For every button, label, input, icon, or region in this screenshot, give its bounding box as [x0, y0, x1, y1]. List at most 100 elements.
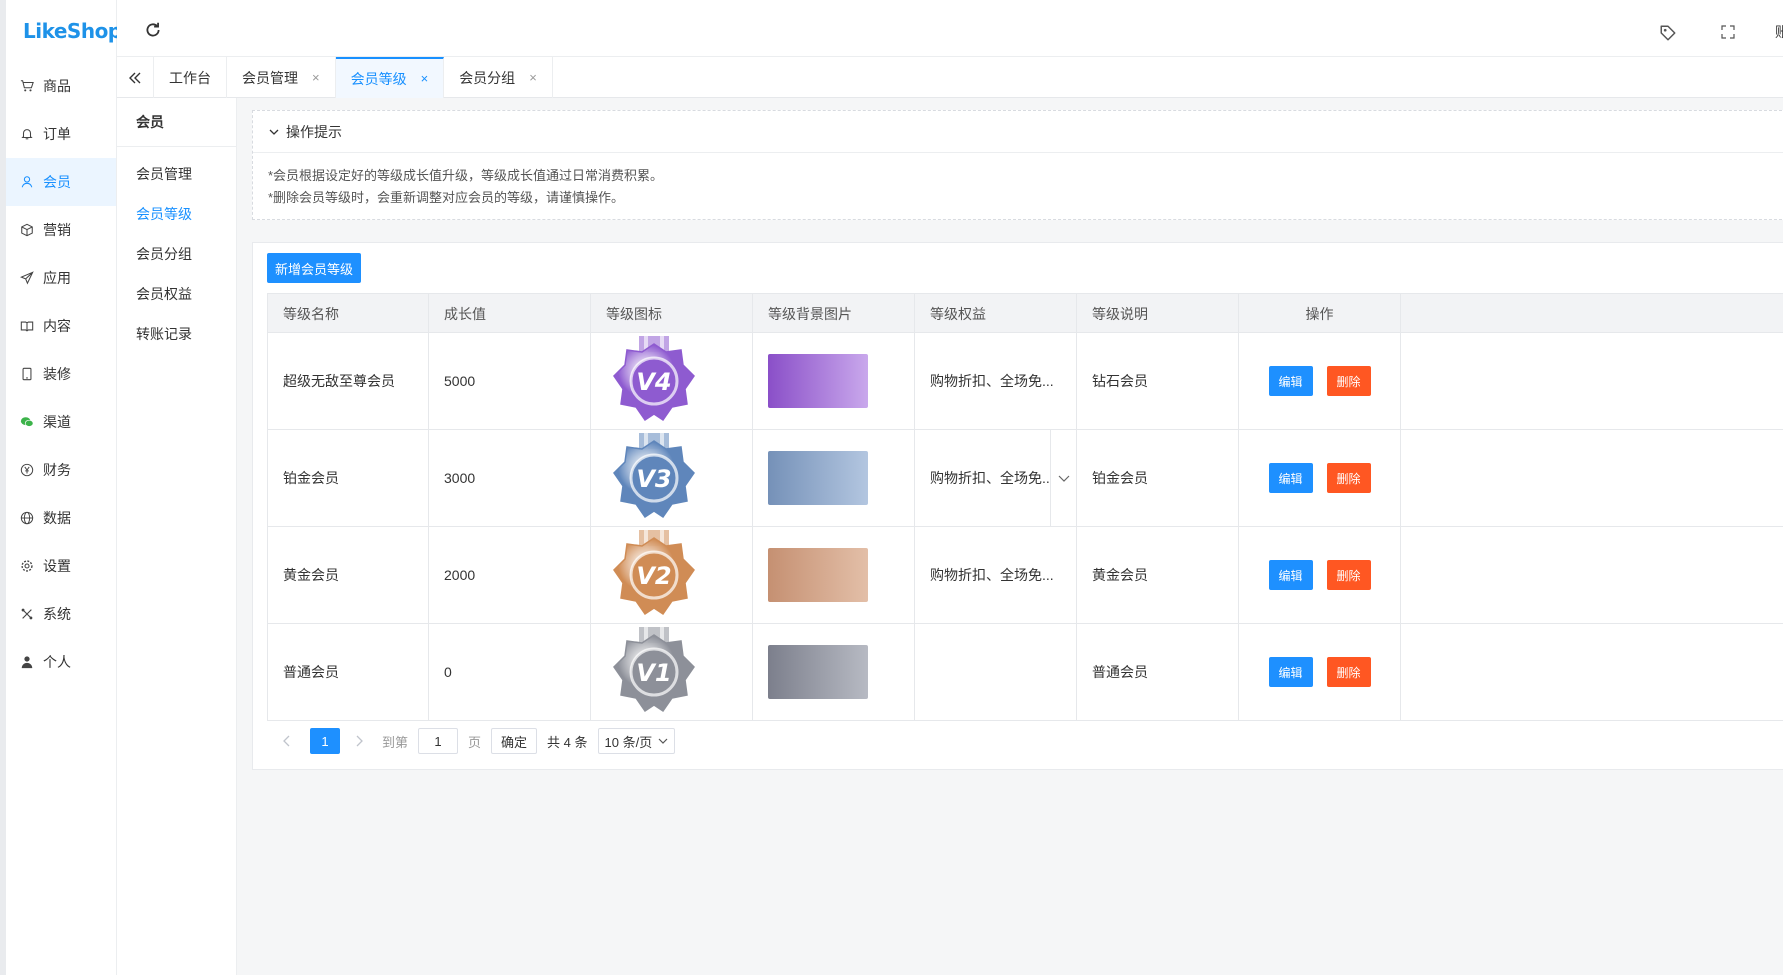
total-count: 共 4 条 [547, 734, 588, 750]
tab-0[interactable]: 工作台 [154, 57, 227, 98]
tab-2[interactable]: 会员等级 × [335, 57, 445, 98]
svg-text:V2: V2 [636, 562, 671, 590]
page-number-current[interactable]: 1 [310, 728, 340, 754]
sidebar-item-5[interactable]: 内容 [6, 302, 116, 350]
prev-page-icon[interactable] [282, 735, 296, 747]
subnav-item-0[interactable]: 会员管理 [117, 154, 236, 194]
sidebar-item-8[interactable]: 财务 [6, 446, 116, 494]
sidebar-item-9[interactable]: 数据 [6, 494, 116, 542]
medal-icon: V3 [611, 431, 697, 526]
tab-3[interactable]: 会员分组 × [444, 57, 553, 98]
sidebar-item-1[interactable]: 订单 [6, 110, 116, 158]
level-table: 等级名称 成长值 等级图标 等级背景图片 等级权益 等级说明 操作 超级无敌至尊会员 5000… [267, 293, 1783, 721]
page-size-select[interactable]: 10 条/页 [597, 728, 676, 754]
close-icon[interactable]: × [529, 70, 537, 85]
sidebar-item-12[interactable]: 个人 [6, 638, 116, 686]
sidebar-item-7[interactable]: 渠道 [6, 398, 116, 446]
sidebar-item-label: 订单 [43, 126, 71, 142]
sidebar-item-label: 渠道 [43, 414, 71, 430]
delete-button[interactable]: 删除 [1326, 657, 1371, 687]
column-header: 等级名称 [267, 294, 429, 334]
level-desc-cell: 普通会员 [1077, 624, 1239, 720]
next-page-icon[interactable] [354, 735, 368, 747]
close-icon[interactable]: × [421, 71, 429, 86]
subnav-item-1[interactable]: 会员等级 [117, 194, 236, 234]
expand-chevron-icon[interactable] [1050, 430, 1076, 526]
row-filler [1401, 527, 1779, 623]
tips-toggle[interactable]: 操作提示 [253, 111, 1783, 153]
sidebar-item-4[interactable]: 应用 [6, 254, 116, 302]
growth-value-cell: 2000 [429, 527, 591, 623]
edit-button[interactable]: 编辑 [1268, 366, 1313, 396]
user-menu[interactable]: 账 [1775, 22, 1783, 42]
level-bg-cell [753, 527, 915, 623]
sidebar-item-label: 装修 [43, 366, 71, 382]
growth-value-cell: 0 [429, 624, 591, 720]
sidebar-item-2[interactable]: 会员 [6, 158, 116, 206]
chevron-down-icon [269, 129, 279, 135]
level-benefits-cell: 购物折扣、全场免... [915, 527, 1077, 623]
sidebar-item-3[interactable]: 营销 [6, 206, 116, 254]
edit-button[interactable]: 编辑 [1268, 463, 1313, 493]
tab-label: 会员分组 [459, 69, 516, 86]
table-row: 超级无敌至尊会员 5000 V4 购物折扣、全场免... 钻石会员 编辑 删除 [267, 333, 1783, 430]
sidebar-item-11[interactable]: 系统 [6, 590, 116, 638]
tag-icon[interactable] [1659, 24, 1677, 42]
level-name-cell: 黄金会员 [267, 527, 429, 623]
medal-icon: V2 [611, 528, 697, 623]
goto-confirm-button[interactable]: 确定 [491, 728, 538, 754]
sidebar-item-label: 设置 [43, 558, 71, 574]
box-icon [20, 223, 34, 237]
medal-icon: V1 [611, 625, 697, 720]
column-header: 操作 [1239, 294, 1401, 334]
level-bg-cell [753, 624, 915, 720]
close-icon[interactable]: × [312, 70, 320, 85]
add-level-button[interactable]: 新增会员等级 [267, 253, 361, 283]
sidebar-item-10[interactable]: 设置 [6, 542, 116, 590]
gear-icon [20, 559, 34, 573]
fullscreen-icon[interactable] [1721, 25, 1735, 39]
level-benefits-cell [915, 624, 1077, 720]
tip-line: *会员根据设定好的等级成长值升级，等级成长值通过日常消费积累。 [268, 168, 664, 183]
tips-body: *会员根据设定好的等级成长值升级，等级成长值通过日常消费积累。 *删除会员等级时… [253, 153, 1783, 221]
edit-button[interactable]: 编辑 [1268, 560, 1313, 590]
level-name-cell: 铂金会员 [267, 430, 429, 526]
level-name-cell: 普通会员 [267, 624, 429, 720]
delete-button[interactable]: 删除 [1326, 560, 1371, 590]
edit-button[interactable]: 编辑 [1268, 657, 1313, 687]
actions-cell: 编辑 删除 [1239, 430, 1401, 526]
goto-page-input[interactable] [418, 728, 459, 754]
sidebar-item-0[interactable]: 商品 [6, 62, 116, 110]
secondary-sidebar: 会员 会员管理 会员等级 会员分组 会员权益 转账记录 [117, 98, 237, 975]
subnav-item-3[interactable]: 会员权益 [117, 274, 236, 314]
sidebar-item-6[interactable]: 装修 [6, 350, 116, 398]
sidebar-item-label: 数据 [43, 510, 71, 526]
subnav-item-2[interactable]: 会员分组 [117, 234, 236, 274]
tab-1[interactable]: 会员管理 × [227, 57, 336, 98]
send-icon [20, 271, 34, 285]
refresh-icon[interactable] [144, 21, 162, 39]
tablet-icon [20, 367, 34, 381]
subnav-item-4[interactable]: 转账记录 [117, 314, 236, 354]
collapse-tabs-icon[interactable] [117, 57, 154, 98]
level-bg-cell [753, 333, 915, 429]
tab-label: 工作台 [169, 69, 211, 86]
column-header: 等级背景图片 [753, 294, 915, 334]
tab-label: 会员等级 [350, 70, 407, 87]
header-filler [1401, 294, 1779, 334]
delete-button[interactable]: 删除 [1326, 366, 1371, 396]
level-icon-cell: V3 [591, 430, 753, 526]
level-bg-image [768, 645, 868, 699]
yen-icon [20, 463, 34, 477]
level-bg-image [768, 451, 868, 505]
delete-button[interactable]: 删除 [1326, 463, 1371, 493]
subnav-title: 会员 [117, 98, 236, 147]
table-body: 超级无敌至尊会员 5000 V4 购物折扣、全场免... 钻石会员 编辑 删除 铂金会员 300… [267, 333, 1783, 721]
level-desc-cell: 钻石会员 [1077, 333, 1239, 429]
logo: LikeShop [23, 19, 122, 43]
table-row: 黄金会员 2000 V2 购物折扣、全场免... 黄金会员 编辑 删除 [267, 527, 1783, 624]
sidebar-item-label: 财务 [43, 462, 71, 478]
svg-text:V4: V4 [636, 368, 671, 396]
sidebar-item-label: 应用 [43, 270, 71, 286]
sidebar-item-label: 商品 [43, 78, 71, 94]
